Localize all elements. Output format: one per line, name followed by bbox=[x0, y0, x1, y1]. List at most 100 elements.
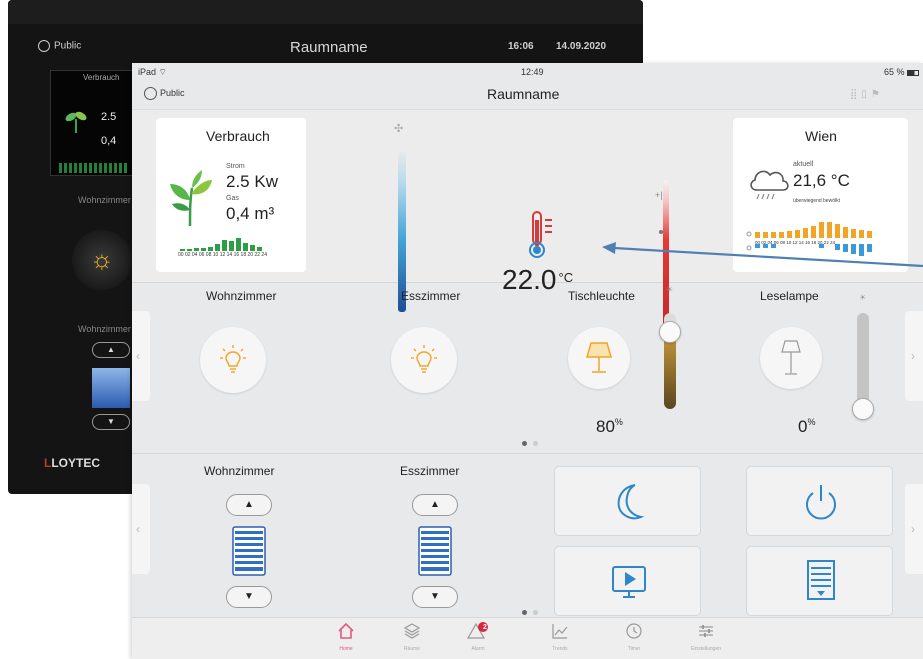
battery-indicator: 65 % bbox=[884, 67, 920, 77]
user-button[interactable]: Public bbox=[144, 87, 185, 100]
tab-alarm[interactable]: 2 Alarm bbox=[448, 622, 508, 652]
all-blinds-button[interactable] bbox=[746, 546, 893, 616]
table-lamp-icon bbox=[586, 342, 612, 373]
tab-bar: Home Räume 2 Alarm Trends Timer Einstell… bbox=[132, 617, 923, 659]
heating-icon: +| bbox=[655, 190, 663, 200]
background-room-label: Wohnzimmer bbox=[78, 195, 131, 205]
dimmer-knob-tischleuchte[interactable] bbox=[659, 321, 681, 344]
weather-city: Wien bbox=[805, 128, 837, 144]
blinds-section: ‹ Wohnzimmer ▲ ▼ Esszimmer ▲ ▼ › bbox=[132, 453, 923, 621]
consumption-title: Verbrauch bbox=[206, 128, 270, 144]
bulb-icon bbox=[220, 345, 246, 373]
dimmer-knob-leselampe[interactable] bbox=[852, 398, 874, 420]
background-consumption-card: Verbrauch 2.5 0,4 bbox=[50, 70, 140, 176]
dimmer-fill-tischleuchte bbox=[664, 332, 676, 409]
background-title: Raumname bbox=[290, 39, 368, 56]
blinds-next-button[interactable]: › bbox=[905, 484, 923, 574]
background-light-button: ☼ bbox=[72, 230, 132, 290]
tab-timer[interactable]: Timer bbox=[604, 622, 664, 652]
weather-description: überwiegend bewölkt bbox=[793, 198, 840, 204]
chevron-right-icon: › bbox=[911, 522, 915, 536]
background-card-label: Verbrauch bbox=[83, 73, 120, 82]
blind-up-button-wohnzimmer[interactable]: ▲ bbox=[226, 494, 272, 516]
annotation-arrow bbox=[602, 242, 923, 268]
screenshot-canvas: Public Raumname 16:06 14.09.2020 Verbrau… bbox=[0, 0, 923, 659]
light-toggle-leselampe[interactable] bbox=[760, 327, 822, 389]
loytec-logo: LLOYTEC bbox=[44, 456, 100, 470]
user-label: Public bbox=[160, 87, 185, 98]
blind-down-button-wohnzimmer[interactable]: ▼ bbox=[226, 586, 272, 608]
setpoint-marker bbox=[659, 230, 663, 234]
background-time: 16:06 bbox=[508, 41, 534, 52]
lights-next-button[interactable]: › bbox=[905, 311, 923, 401]
tab-home-label: Home bbox=[339, 646, 353, 652]
light-toggle-esszimmer[interactable] bbox=[391, 327, 457, 393]
flag-icon[interactable]: ⚑ bbox=[871, 89, 884, 100]
status-bar: iPad ⌔ 12:49 65 % bbox=[132, 63, 923, 81]
background-up-button: ▲ bbox=[92, 342, 130, 358]
bulb-icon bbox=[411, 345, 437, 373]
tab-timer-label: Timer bbox=[627, 646, 641, 652]
blind-icon bbox=[232, 526, 266, 576]
logo-text: LOYTEC bbox=[51, 456, 101, 470]
trends-icon bbox=[552, 624, 568, 639]
tab-einstellungen[interactable]: Einstellungen bbox=[676, 622, 736, 652]
night-scene-button[interactable] bbox=[554, 466, 701, 536]
light-name-tischleuchte: Tischleuchte bbox=[568, 289, 635, 303]
blind-down-icon bbox=[807, 560, 835, 600]
all-off-button[interactable] bbox=[746, 466, 893, 536]
level-tischleuchte: 80% bbox=[596, 417, 623, 437]
brightness-icon: ☀ bbox=[859, 293, 867, 302]
fan-icon: ✣ bbox=[394, 123, 404, 135]
blind-down-button-esszimmer[interactable]: ▼ bbox=[412, 586, 458, 608]
tab-raeume-label: Räume bbox=[403, 646, 421, 652]
page-dot-active[interactable] bbox=[522, 610, 527, 615]
light-toggle-tischleuchte[interactable] bbox=[568, 327, 630, 389]
blind-name-esszimmer: Esszimmer bbox=[400, 464, 460, 478]
background-down-button: ▼ bbox=[92, 414, 130, 430]
background-date: 14.09.2020 bbox=[556, 41, 607, 52]
blinds-prev-button[interactable]: ‹ bbox=[132, 484, 150, 574]
light-toggle-wohnzimmer[interactable] bbox=[200, 327, 266, 393]
plant-icon bbox=[65, 111, 87, 133]
lights-prev-button[interactable]: ‹ bbox=[132, 311, 150, 401]
background-device-bezel bbox=[8, 0, 643, 24]
tab-raeume[interactable]: Räume bbox=[382, 622, 442, 652]
bookmark-icon[interactable]: ▯ bbox=[861, 89, 871, 100]
user-icon bbox=[144, 87, 157, 100]
gas-value: 0,4 m³ bbox=[226, 204, 275, 223]
tab-home[interactable]: Home bbox=[316, 622, 376, 652]
background-topbar: Public Raumname 16:06 14.09.2020 bbox=[28, 36, 628, 60]
lights-section: ‹ Wohnzimmer Esszimmer Tischleuchte ☀ 80… bbox=[132, 283, 923, 453]
cloud-rain-icon bbox=[750, 170, 789, 200]
floor-lamp-icon bbox=[781, 340, 801, 375]
level-leselampe: 0% bbox=[798, 417, 815, 437]
grid-icon[interactable]: ⣿ bbox=[850, 89, 861, 100]
gas-label: Gas bbox=[226, 195, 239, 202]
alarm-badge: 2 bbox=[483, 624, 487, 631]
chevron-left-icon: ‹ bbox=[136, 522, 140, 536]
status-time: 12:49 bbox=[521, 67, 544, 77]
light-name-wohnzimmer: Wohnzimmer bbox=[206, 289, 277, 303]
consumption-card[interactable]: Verbrauch Strom 2.5 Kw Gas 0,4 m³ 00 02 … bbox=[156, 118, 306, 272]
media-scene-button[interactable] bbox=[554, 546, 701, 616]
background-value-gas: 0,4 bbox=[101, 135, 117, 147]
page-dot[interactable] bbox=[533, 610, 538, 615]
page-dot[interactable] bbox=[533, 441, 538, 446]
light-name-leselampe: Leselampe bbox=[760, 289, 819, 303]
nav-right-icons[interactable]: ⣿▯⚑ bbox=[850, 89, 884, 100]
consumption-bar-chart bbox=[180, 238, 262, 251]
dimmer-slider-leselampe[interactable] bbox=[857, 313, 869, 409]
timer-icon bbox=[626, 623, 642, 639]
page-dot-active[interactable] bbox=[522, 441, 527, 446]
sun-icon: ☼ bbox=[90, 244, 114, 274]
weather-temperature: 21,6 °C bbox=[793, 171, 850, 190]
chevron-left-icon: ‹ bbox=[136, 349, 140, 363]
background-user-label: Public bbox=[54, 40, 82, 52]
blind-up-button-esszimmer[interactable]: ▲ bbox=[412, 494, 458, 516]
tab-trends[interactable]: Trends bbox=[530, 622, 590, 652]
battery-icon bbox=[907, 69, 920, 76]
settings-icon bbox=[699, 625, 713, 637]
home-icon bbox=[338, 622, 354, 639]
carrier-text: iPad bbox=[138, 67, 157, 77]
